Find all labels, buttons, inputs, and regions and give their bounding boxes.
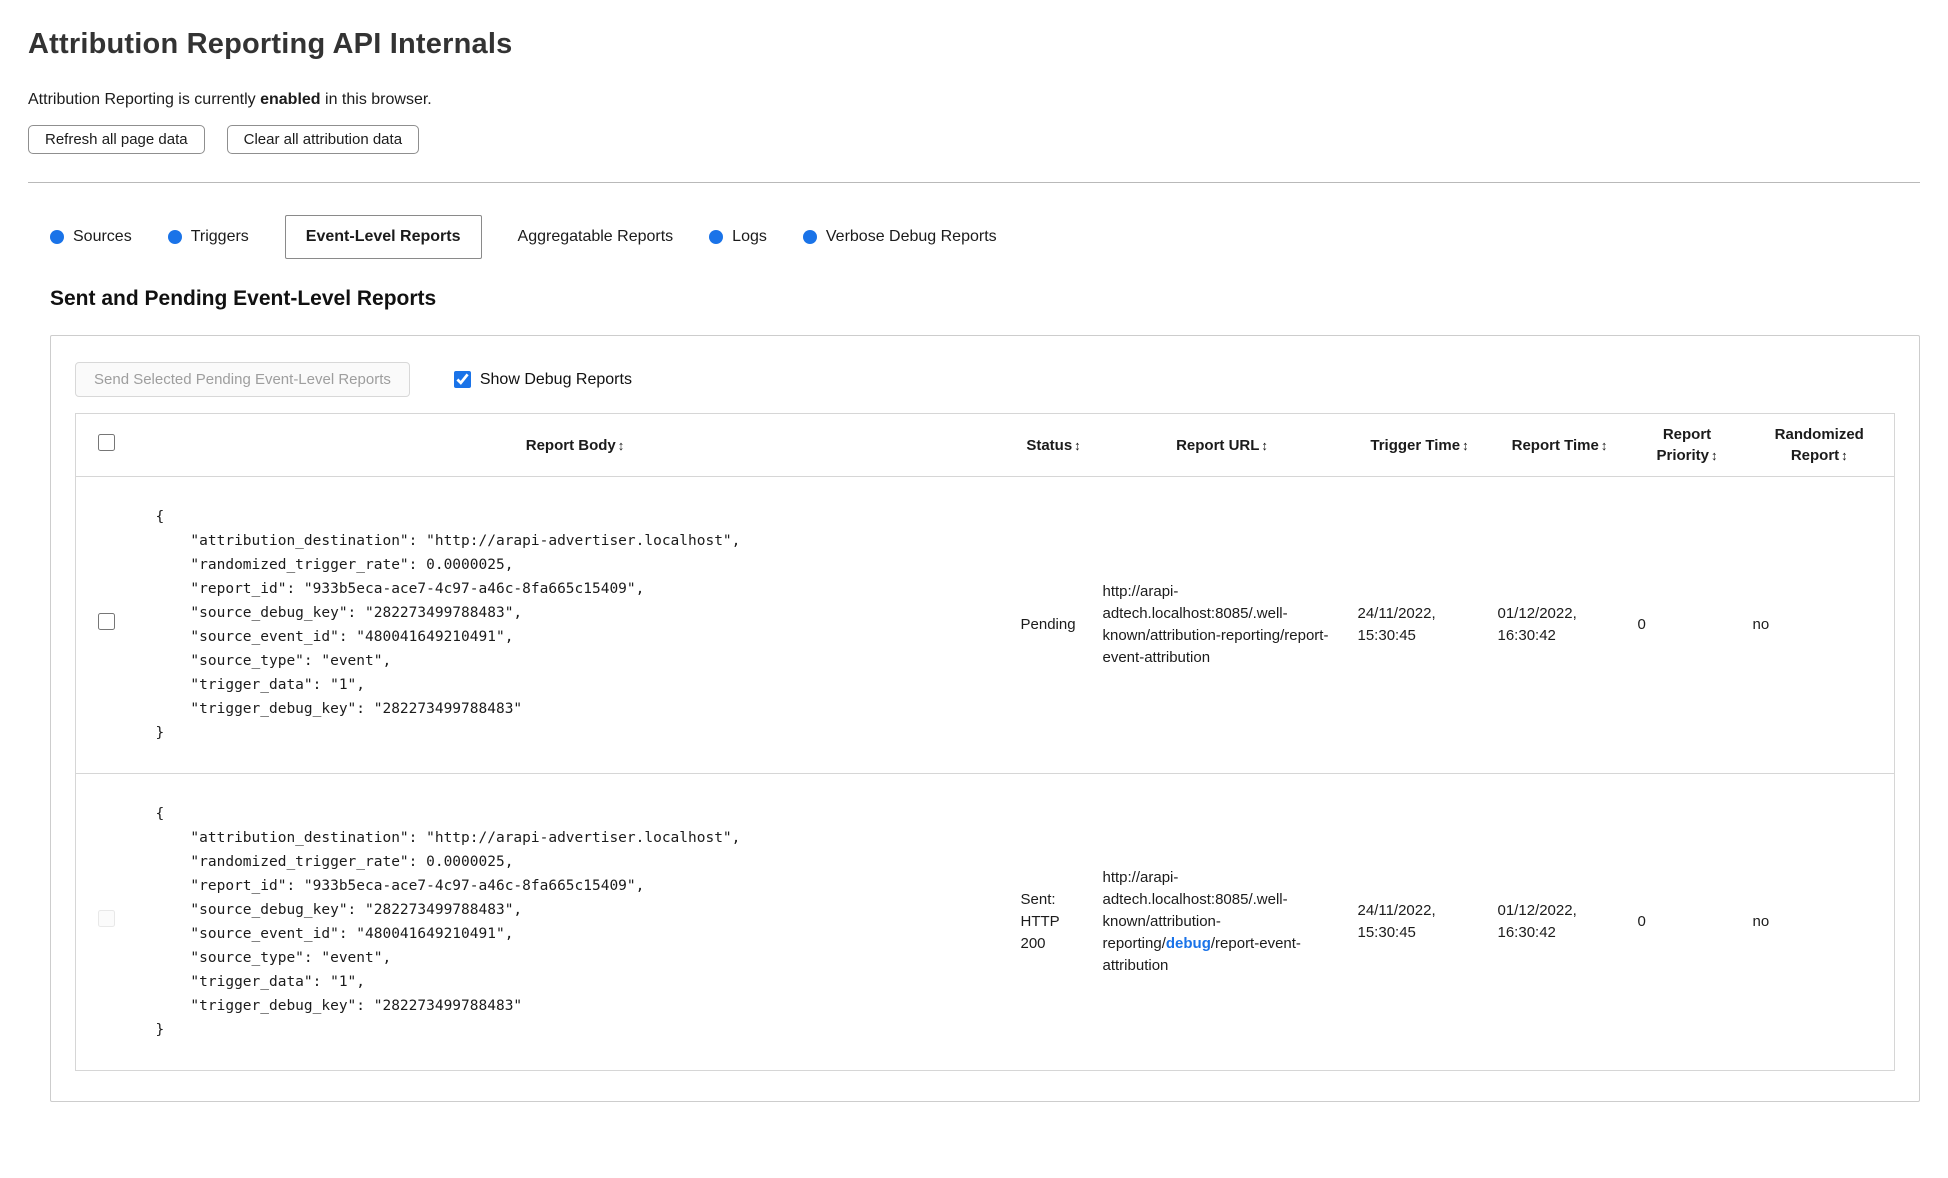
row-select-checkbox[interactable]: [98, 613, 116, 630]
col-header-report-priority[interactable]: Report Priority ↕: [1629, 413, 1745, 477]
status-suffix: in this browser.: [320, 91, 432, 108]
show-debug-label: Show Debug Reports: [479, 370, 632, 388]
report-url: http://arapi-adtech.localhost:8085/.well…: [1094, 773, 1350, 1071]
tab-label: Event-Level Reports: [305, 228, 461, 245]
tab-label: Sources: [73, 228, 132, 245]
sort-icon: ↕: [1074, 437, 1081, 453]
tab-dot-icon: [802, 230, 817, 244]
col-header-select: [75, 413, 138, 477]
status-prefix: Attribution Reporting is currently: [28, 91, 261, 108]
tab-label: Verbose Debug Reports: [825, 228, 997, 245]
report-row: { "attribution_destination": "http://ara…: [75, 773, 1895, 1071]
tab-verbose-debug-reports[interactable]: Verbose Debug Reports: [802, 216, 997, 258]
tab-label: Triggers: [190, 228, 249, 245]
sort-icon: ↕: [1600, 437, 1608, 453]
report-priority: 0: [1629, 476, 1745, 774]
refresh-all-button[interactable]: Refresh all page data: [28, 125, 205, 154]
row-select-cell: [75, 773, 138, 1071]
tab-label: Aggregatable Reports: [517, 228, 674, 245]
sort-icon: ↕: [1711, 448, 1718, 463]
report-status: Sent: HTTP 200: [1012, 773, 1095, 1071]
show-debug-toggle[interactable]: Show Debug Reports: [453, 370, 632, 389]
row-select-cell: [75, 476, 138, 774]
report-time: 01/12/2022, 16:30:42: [1489, 773, 1630, 1071]
panel-controls: Send Selected Pending Event-Level Report…: [75, 362, 1895, 397]
report-url: http://arapi-adtech.localhost:8085/.well…: [1094, 476, 1350, 774]
col-header-report-url[interactable]: Report URL ↕: [1094, 413, 1350, 477]
section-heading: Sent and Pending Event-Level Reports: [50, 287, 437, 310]
tab-logs[interactable]: Logs: [709, 216, 767, 258]
tab-bar: Sources Triggers Event-Level Reports Agg…: [50, 215, 1920, 259]
select-all-checkbox[interactable]: [98, 433, 116, 451]
report-body-json: { "attribution_destination": "http://ara…: [155, 806, 741, 1038]
tab-dot-icon: [167, 230, 182, 244]
reports-section: Sources Triggers Event-Level Reports Agg…: [50, 215, 1920, 1102]
attribution-internals-page: Attribution Reporting API Internals Attr…: [0, 0, 1948, 1132]
report-row: { "attribution_destination": "http://ara…: [75, 476, 1895, 774]
sort-icon: ↕: [617, 437, 625, 453]
clear-all-button[interactable]: Clear all attribution data: [226, 125, 420, 154]
reports-table: Report Body ↕ Status ↕ Report URL ↕ Trigger…: [75, 413, 1895, 1071]
toolbar: Refresh all page data Clear all attribut…: [28, 125, 1920, 154]
sort-icon: ↕: [1462, 437, 1469, 453]
table-header-row: Report Body ↕ Status ↕ Report URL ↕ Trigger…: [75, 413, 1895, 477]
randomized-report: no: [1744, 773, 1895, 1071]
col-header-report-time[interactable]: Report Time ↕: [1489, 413, 1630, 477]
tab-sources[interactable]: Sources: [50, 216, 132, 258]
col-header-status[interactable]: Status ↕: [1012, 413, 1095, 477]
tab-triggers[interactable]: Triggers: [167, 216, 249, 258]
randomized-report: no: [1744, 476, 1895, 774]
page-title: Attribution Reporting API Internals: [28, 28, 513, 60]
divider: [28, 182, 1920, 183]
col-header-randomized-report[interactable]: Randomized Report ↕: [1744, 413, 1895, 477]
trigger-time: 24/11/2022, 15:30:45: [1349, 476, 1490, 774]
row-select-checkbox[interactable]: [98, 910, 116, 927]
tab-dot-icon: [709, 230, 724, 244]
sort-icon: ↕: [1841, 448, 1848, 463]
report-url-text: http://arapi-adtech.localhost:8085/.well…: [1102, 583, 1329, 666]
reports-panel: Send Selected Pending Event-Level Report…: [50, 335, 1920, 1102]
tab-event-level-reports[interactable]: Event-Level Reports: [284, 215, 482, 259]
col-header-report-body[interactable]: Report Body ↕: [137, 413, 1013, 477]
tab-aggregatable-reports[interactable]: Aggregatable Reports: [518, 216, 674, 258]
feature-status-text: Attribution Reporting is currently enabl…: [28, 91, 1920, 109]
status-enabled-text: enabled: [260, 91, 321, 108]
sort-icon: ↕: [1261, 437, 1268, 453]
send-selected-button[interactable]: Send Selected Pending Event-Level Report…: [75, 362, 410, 397]
report-time: 01/12/2022, 16:30:42: [1489, 476, 1630, 774]
show-debug-checkbox[interactable]: [453, 371, 471, 388]
report-status: Pending: [1012, 476, 1095, 774]
trigger-time: 24/11/2022, 15:30:45: [1349, 773, 1490, 1071]
report-body-cell: { "attribution_destination": "http://ara…: [137, 476, 1013, 774]
report-body-json: { "attribution_destination": "http://ara…: [155, 509, 741, 741]
tab-label: Logs: [732, 228, 767, 245]
report-priority: 0: [1629, 773, 1745, 1071]
report-body-cell: { "attribution_destination": "http://ara…: [137, 773, 1013, 1071]
col-header-trigger-time[interactable]: Trigger Time ↕: [1349, 413, 1490, 477]
tab-dot-icon: [50, 230, 64, 244]
debug-link[interactable]: debug: [1166, 935, 1211, 952]
